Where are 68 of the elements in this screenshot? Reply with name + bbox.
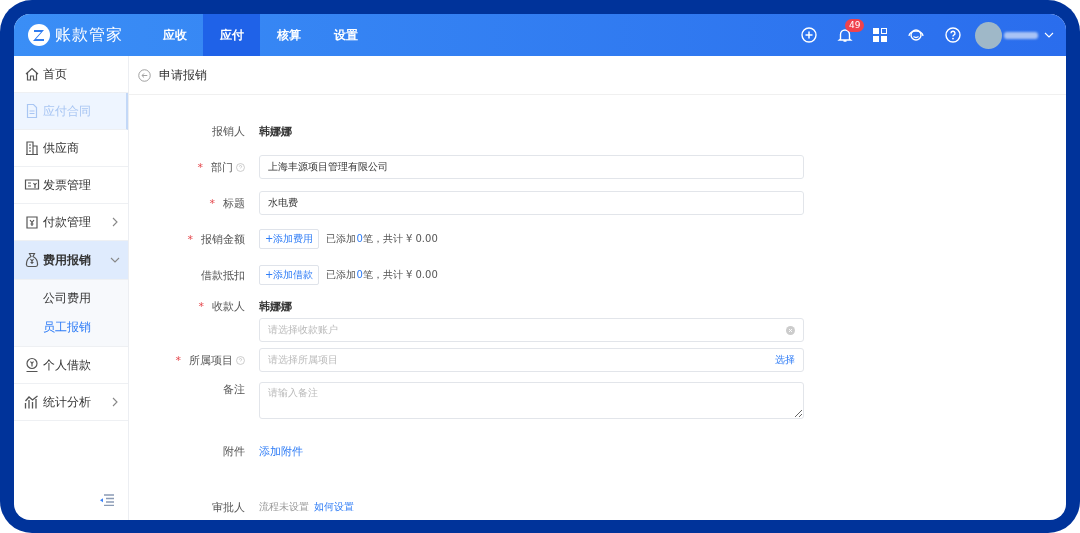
notification-badge: 49: [845, 19, 865, 32]
field-label: 备注: [223, 382, 245, 397]
field-label: 所属项目: [189, 352, 233, 368]
document-icon: [24, 103, 40, 119]
help-icon[interactable]: [945, 27, 961, 43]
sidebar-label: 统计分析: [43, 393, 91, 411]
avatar[interactable]: [975, 21, 1002, 49]
sidebar-label: 付款管理: [43, 213, 91, 231]
bell-icon[interactable]: [837, 27, 853, 43]
summary-text: 已添加0笔，共计 ¥ 0.00: [326, 268, 438, 282]
sidebar-item[interactable]: 费用报销: [14, 241, 128, 280]
note-text: 流程未设置: [259, 500, 309, 514]
field-value: 韩娜娜: [259, 299, 293, 314]
page-title: 申请报销: [159, 66, 207, 84]
headset-icon[interactable]: [907, 27, 925, 43]
required-mark: *: [198, 300, 204, 313]
input-field[interactable]: 水电费: [259, 191, 804, 215]
sidebar-item[interactable]: 统计分析: [14, 384, 128, 421]
required-mark: *: [209, 196, 215, 210]
field-label: 收款人: [212, 299, 245, 314]
textarea-field[interactable]: 请输入备注: [259, 382, 804, 419]
sidebar-item[interactable]: 供应商: [14, 130, 128, 167]
apps-icon[interactable]: [873, 28, 887, 42]
nav-tab[interactable]: 应收: [146, 14, 203, 56]
required-mark: *: [187, 232, 193, 246]
invoice-icon: [24, 177, 40, 193]
submenu-item[interactable]: 公司费用: [14, 284, 128, 313]
required-mark: *: [175, 353, 181, 367]
nav-tab[interactable]: 核算: [260, 14, 317, 56]
field-label: 标题: [223, 195, 245, 211]
select-field[interactable]: 请选择所属项目 选择: [259, 348, 804, 372]
back-icon[interactable]: [138, 68, 151, 82]
sidebar-label: 费用报销: [43, 251, 91, 269]
building-icon: [24, 140, 40, 156]
money-bag-icon: [24, 252, 40, 268]
home-icon: [24, 66, 40, 82]
required-mark: *: [197, 160, 203, 174]
add-button[interactable]: +添加借款: [259, 265, 320, 285]
field-value: 韩娜娜: [259, 123, 292, 139]
sidebar-label: 发票管理: [43, 176, 91, 194]
field-label: 部门: [211, 159, 233, 175]
caret-icon[interactable]: [1044, 32, 1054, 38]
field-label: 审批人: [212, 499, 245, 515]
collapse-menu-icon[interactable]: [100, 494, 114, 506]
logo-icon: [28, 24, 50, 46]
help-link[interactable]: 如何设置: [314, 500, 354, 514]
field-label: 借款抵扣: [201, 267, 245, 283]
chart-icon: [24, 394, 40, 410]
select-link[interactable]: 选择: [775, 353, 795, 367]
submenu-item[interactable]: 员工报销: [14, 313, 128, 342]
nav-tab[interactable]: 设置: [317, 14, 374, 56]
sidebar-label: 个人借款: [43, 356, 91, 374]
redacted-block: [1004, 31, 1038, 39]
field-label: 附件: [223, 443, 245, 459]
sidebar-item[interactable]: 发票管理: [14, 167, 128, 204]
app-name: 账款管家: [55, 24, 123, 46]
sidebar-label: 首页: [43, 65, 67, 83]
sidebar-label: 应付合同: [43, 102, 91, 120]
field-label: 报销金额: [201, 231, 245, 247]
add-attachment-link[interactable]: 添加附件: [259, 443, 303, 459]
sidebar-label: 供应商: [43, 139, 79, 157]
sidebar-item[interactable]: 个人借款: [14, 347, 128, 384]
field-label: 报销人: [212, 123, 245, 139]
input-field[interactable]: 上海丰源项目管理有限公司: [259, 155, 804, 179]
add-button[interactable]: +添加费用: [259, 229, 320, 249]
summary-text: 已添加0笔，共计 ¥ 0.00: [326, 232, 438, 246]
add-icon[interactable]: [801, 27, 817, 43]
nav-tab[interactable]: 应付: [203, 14, 260, 56]
